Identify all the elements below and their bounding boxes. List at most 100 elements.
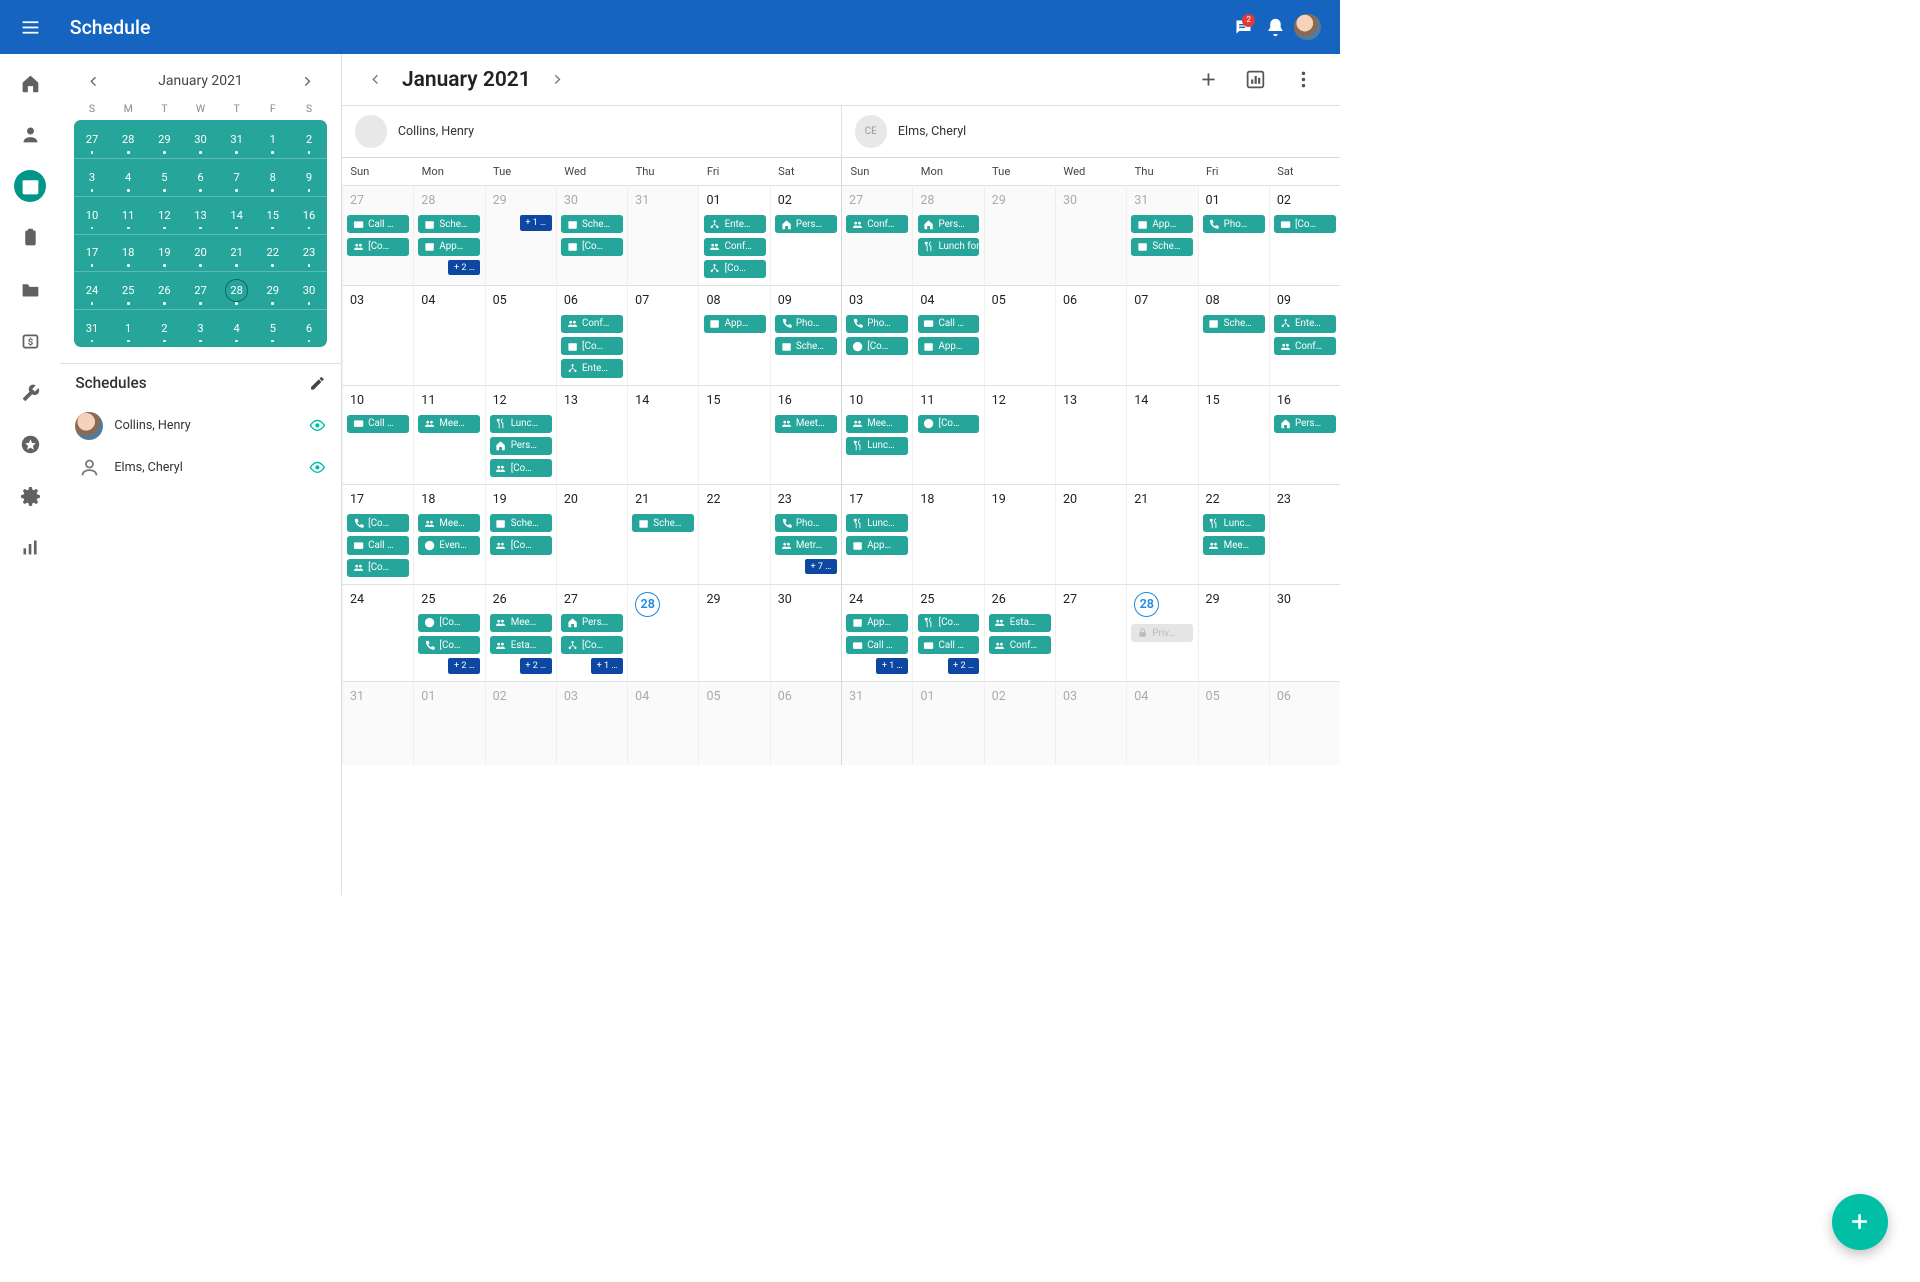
mini-day[interactable]: 27	[74, 120, 110, 158]
calendar-cell[interactable]: 03	[342, 285, 413, 385]
mini-day[interactable]: 16	[291, 196, 327, 234]
calendar-cell[interactable]: 04	[413, 285, 484, 385]
event-chip[interactable]: Conf…	[1274, 337, 1336, 355]
calendar-cell[interactable]: 12Lunc…Pers…[Co…	[485, 385, 556, 485]
event-chip[interactable]: Pho…	[775, 315, 837, 333]
calendar-cell[interactable]: 27Call …[Co…	[342, 185, 413, 285]
event-chip[interactable]: Mee…	[846, 415, 908, 433]
mini-day[interactable]: 18	[110, 234, 146, 272]
event-chip[interactable]: [Co…	[347, 514, 409, 532]
event-chip[interactable]: [Co…	[347, 559, 409, 577]
event-chip[interactable]: Meet…	[775, 415, 837, 433]
event-chip[interactable]: Even…	[418, 536, 480, 554]
calendar-cell[interactable]: 27Conf…	[841, 185, 912, 285]
calendar-cell[interactable]: 12	[984, 385, 1055, 485]
mini-day[interactable]: 31	[219, 120, 255, 158]
event-chip[interactable]: [Co…	[918, 614, 980, 632]
event-chip[interactable]: Ente…	[561, 359, 623, 377]
event-chip[interactable]: Call …	[918, 315, 980, 333]
event-chip[interactable]: Conf…	[704, 238, 766, 256]
event-chip[interactable]: [Co…	[704, 260, 766, 278]
more-events[interactable]: + 2 …	[948, 658, 980, 674]
mini-day[interactable]: 29	[146, 120, 182, 158]
calendar-cell[interactable]: 03	[556, 681, 627, 765]
mini-day[interactable]: 3	[74, 158, 110, 196]
calendar-cell[interactable]: 08Sche…	[1198, 285, 1269, 385]
event-chip[interactable]: [Co…	[347, 238, 409, 256]
mini-day[interactable]: 1	[255, 120, 291, 158]
mini-day[interactable]: 27	[182, 271, 218, 309]
event-chip[interactable]: [Co…	[1274, 215, 1336, 233]
visibility-toggle[interactable]	[309, 459, 326, 476]
calendar-cell[interactable]: 20	[1055, 484, 1126, 584]
event-chip[interactable]: Sche…	[561, 215, 623, 233]
calendar-cell[interactable]: 24App…Call …+ 1 …	[841, 584, 912, 681]
calendar-cell[interactable]: 02[Co…	[1269, 185, 1340, 285]
chat-button[interactable]: 2	[1227, 11, 1259, 43]
visibility-toggle[interactable]	[309, 417, 326, 434]
event-chip[interactable]: Sche…	[775, 337, 837, 355]
calendar-cell[interactable]: 25[Co…Call …+ 2 …	[912, 584, 983, 681]
mini-day[interactable]: 24	[74, 271, 110, 309]
event-chip[interactable]: Call …	[347, 415, 409, 433]
nav-people[interactable]	[14, 119, 46, 151]
calendar-cell[interactable]: 26Mee…Esta…+ 2 …	[485, 584, 556, 681]
calendar-cell[interactable]: 09Ente…Conf…	[1269, 285, 1340, 385]
calendar-cell[interactable]: 29	[984, 185, 1055, 285]
more-events[interactable]: + 1 …	[591, 658, 623, 674]
more-events[interactable]: + 1 …	[520, 215, 552, 231]
event-chip[interactable]: App…	[704, 315, 766, 333]
more-events[interactable]: + 1 …	[876, 658, 908, 674]
event-chip[interactable]: [Co…	[918, 415, 980, 433]
calendar-cell[interactable]: 30Sche…[Co…	[556, 185, 627, 285]
mini-day[interactable]: 26	[146, 271, 182, 309]
calendar-cell[interactable]: 02	[984, 681, 1055, 765]
notifications-button[interactable]	[1259, 11, 1291, 43]
calendar-cell[interactable]: 05	[698, 681, 769, 765]
calendar-cell[interactable]: 27Pers…[Co…+ 1 …	[556, 584, 627, 681]
event-chip[interactable]: Pers…	[561, 614, 623, 632]
mini-day[interactable]: 30	[182, 120, 218, 158]
calendar-cell[interactable]: 16Pers…	[1269, 385, 1340, 485]
event-chip[interactable]: [Co…	[561, 238, 623, 256]
event-chip[interactable]: Pers…	[918, 215, 980, 233]
event-chip[interactable]: Mee…	[490, 614, 552, 632]
calendar-cell[interactable]: 19Sche…[Co…	[485, 484, 556, 584]
calendar-cell[interactable]: 05	[984, 285, 1055, 385]
schedule-item[interactable]: Collins, Henry	[75, 405, 325, 447]
user-avatar[interactable]	[1291, 11, 1323, 43]
nav-tasks[interactable]	[14, 222, 46, 254]
calendar-cell[interactable]: 02	[485, 681, 556, 765]
calendar-cell[interactable]: 09Pho…Sche…	[770, 285, 841, 385]
mini-day[interactable]: 3	[182, 309, 218, 347]
calendar-cell[interactable]: 04	[627, 681, 698, 765]
calendar-person[interactable]: Collins, Henry	[342, 106, 841, 158]
nav-reports[interactable]	[14, 532, 46, 564]
calendar-cell[interactable]: 29	[698, 584, 769, 681]
nav-calendar[interactable]	[14, 170, 46, 202]
more-menu[interactable]	[1286, 65, 1321, 94]
add-event-button[interactable]	[1191, 65, 1226, 94]
edit-schedules-button[interactable]	[309, 375, 326, 392]
event-chip[interactable]: Pers…	[775, 215, 837, 233]
calendar-cell[interactable]: 18	[912, 484, 983, 584]
event-chip[interactable]: Sche…	[1203, 315, 1265, 333]
calendar-cell[interactable]: 31	[627, 185, 698, 285]
mini-day[interactable]: 4	[110, 158, 146, 196]
more-events[interactable]: + 2 …	[448, 658, 480, 674]
calendar-cell[interactable]: 23Pho…Metr…+ 7 …	[770, 484, 841, 584]
calendar-cell[interactable]: 28Priv…	[1126, 584, 1197, 681]
calendar-cell[interactable]: 28Pers…Lunch for Reques…	[912, 185, 983, 285]
event-chip[interactable]: Pers…	[490, 437, 552, 455]
event-chip[interactable]: [Co…	[490, 459, 552, 477]
mini-day[interactable]: 5	[146, 158, 182, 196]
calendar-cell[interactable]: 20	[556, 484, 627, 584]
mini-day[interactable]: 15	[255, 196, 291, 234]
mini-day[interactable]: 2	[146, 309, 182, 347]
calendar-cell[interactable]: 06	[770, 681, 841, 765]
mini-cal-prev[interactable]	[78, 68, 109, 93]
event-chip[interactable]: Esta…	[490, 636, 552, 654]
event-chip[interactable]: [Co…	[418, 636, 480, 654]
mini-day[interactable]: 22	[255, 234, 291, 272]
calendar-cell[interactable]: 19	[984, 484, 1055, 584]
